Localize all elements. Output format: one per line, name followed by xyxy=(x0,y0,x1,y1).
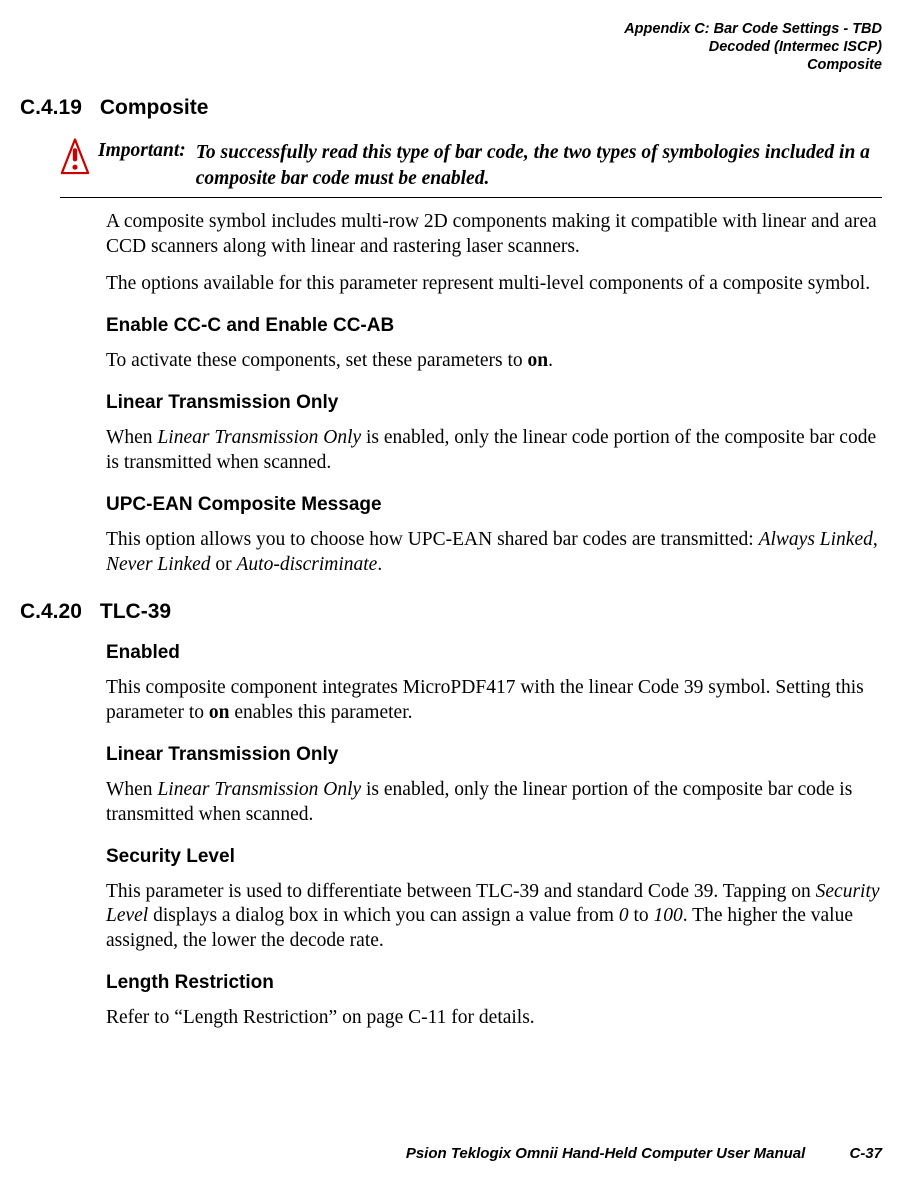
subheading-length-restriction: Length Restriction xyxy=(106,972,882,994)
text: To activate these components, set these … xyxy=(106,350,528,371)
section-title: Composite xyxy=(100,96,209,119)
important-callout: Important: To successfully read this typ… xyxy=(60,138,882,198)
text: to xyxy=(629,905,654,926)
section-number: C.4.20 xyxy=(20,600,82,623)
text-italic: Never Linked xyxy=(106,554,211,575)
callout-text: To successfully read this type of bar co… xyxy=(196,140,882,191)
paragraph: To activate these components, set these … xyxy=(106,349,882,374)
header-line: Appendix C: Bar Code Settings - TBD xyxy=(20,20,882,38)
section-number: C.4.19 xyxy=(20,96,82,119)
warning-icon xyxy=(60,138,96,181)
text-italic: Linear Transmission Only xyxy=(157,427,361,448)
running-header: Appendix C: Bar Code Settings - TBD Deco… xyxy=(20,20,882,74)
text: This parameter is used to differentiate … xyxy=(106,881,816,902)
text-italic: Auto-discriminate xyxy=(237,554,378,575)
paragraph: Refer to “Length Restriction” on page C-… xyxy=(106,1006,882,1031)
text: When xyxy=(106,779,157,800)
text: When xyxy=(106,427,157,448)
subheading-enable-cc: Enable CC-C and Enable CC-AB xyxy=(106,315,882,337)
page: Appendix C: Bar Code Settings - TBD Deco… xyxy=(0,0,912,1184)
paragraph: When Linear Transmission Only is enabled… xyxy=(106,778,882,828)
text: displays a dialog box in which you can a… xyxy=(148,905,619,926)
text: This option allows you to choose how UPC… xyxy=(106,529,759,550)
paragraph: This option allows you to choose how UPC… xyxy=(106,528,882,578)
section-heading-tlc39: C.4.20 TLC-39 xyxy=(20,600,882,624)
paragraph: This composite component integrates Micr… xyxy=(106,676,882,726)
text-bold: on xyxy=(528,350,549,371)
text: . xyxy=(377,554,382,575)
paragraph: The options available for this parameter… xyxy=(106,272,882,297)
subheading-enabled: Enabled xyxy=(106,642,882,664)
text: enables this parameter. xyxy=(229,702,412,723)
callout-label: Important: xyxy=(98,140,186,162)
body-tlc39: Enabled This composite component integra… xyxy=(106,642,882,1032)
text-italic: 100 xyxy=(654,905,683,926)
subheading-linear-transmission: Linear Transmission Only xyxy=(106,744,882,766)
header-line: Decoded (Intermec ISCP) xyxy=(20,38,882,56)
paragraph: This parameter is used to differentiate … xyxy=(106,880,882,955)
text: , xyxy=(873,529,878,550)
text: . xyxy=(548,350,553,371)
header-line: Composite xyxy=(20,56,882,74)
text-bold: on xyxy=(209,702,230,723)
subheading-security-level: Security Level xyxy=(106,846,882,868)
section-heading-composite: C.4.19 Composite xyxy=(20,96,882,120)
page-footer: Psion Teklogix Omnii Hand-Held Computer … xyxy=(406,1145,882,1162)
text-italic: 0 xyxy=(619,905,629,926)
paragraph: When Linear Transmission Only is enabled… xyxy=(106,426,882,476)
text-italic: Always Linked xyxy=(759,529,873,550)
footer-title: Psion Teklogix Omnii Hand-Held Computer … xyxy=(406,1145,806,1162)
body-composite: A composite symbol includes multi-row 2D… xyxy=(106,210,882,578)
page-number: C-37 xyxy=(849,1145,882,1162)
subheading-upc-ean: UPC-EAN Composite Message xyxy=(106,494,882,516)
text: or xyxy=(211,554,237,575)
text-italic: Linear Transmission Only xyxy=(157,779,361,800)
paragraph: A composite symbol includes multi-row 2D… xyxy=(106,210,882,260)
section-title: TLC-39 xyxy=(100,600,171,623)
subheading-linear-transmission: Linear Transmission Only xyxy=(106,392,882,414)
